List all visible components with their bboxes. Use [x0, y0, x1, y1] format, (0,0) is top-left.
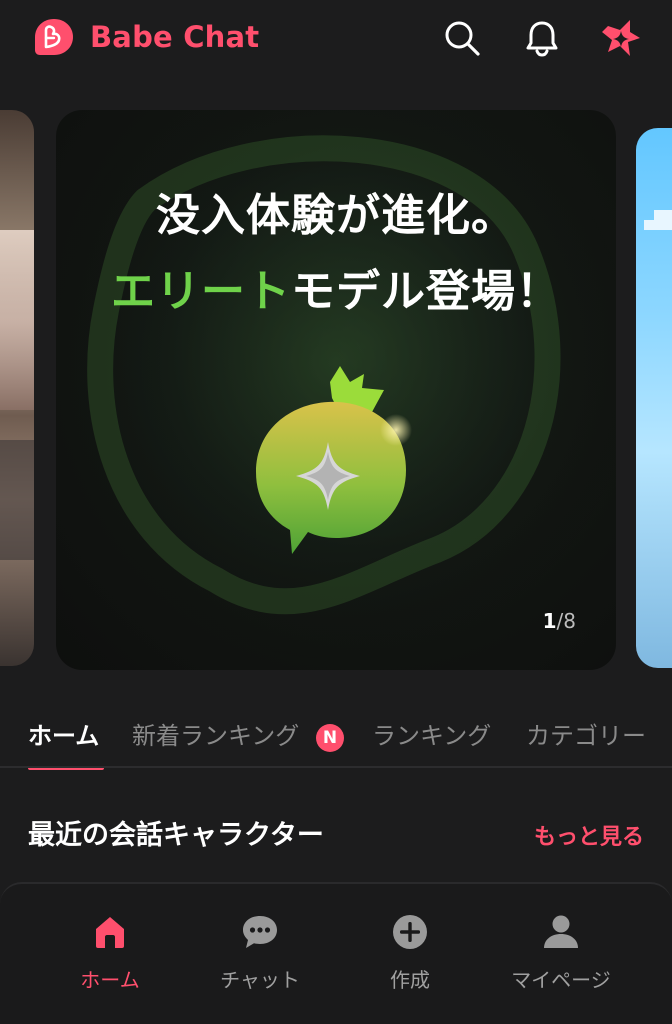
nav-create-label: 作成	[390, 968, 430, 992]
bottom-navigation: ホーム チャット 作成 マイページ	[0, 882, 672, 1024]
app-root: Babe Chat 没入体験が進化。 エリートモデル登場！ 1/8 ホーム 新着…	[0, 0, 672, 1024]
search-icon[interactable]	[440, 16, 484, 60]
tab-ranking[interactable]: ランキング	[372, 720, 491, 752]
nav-mypage-label: マイページ	[511, 968, 611, 992]
tabs-divider	[0, 766, 672, 768]
elite-model-banner[interactable]: 没入体験が進化。 エリートモデル登場！ 1/8	[56, 110, 616, 670]
banner-carousel[interactable]: 没入体験が進化。 エリートモデル登場！ 1/8	[0, 110, 672, 670]
banner-rest-text: モデル登場！	[291, 266, 561, 317]
nav-home-label: ホーム	[80, 968, 140, 992]
babe-chat-logo-icon[interactable]	[32, 16, 76, 60]
category-tabs: ホーム 新着ランキング N ランキング カテゴリー	[0, 712, 672, 770]
nav-mypage[interactable]: マイページ	[491, 906, 631, 992]
nav-create[interactable]: 作成	[340, 906, 480, 992]
top-header: Babe Chat	[0, 0, 672, 80]
next-banner-peek[interactable]	[636, 128, 672, 668]
section-title: 最近の会話キャラクター	[28, 820, 324, 851]
nav-chat[interactable]: チャット	[190, 906, 330, 992]
banner-headline: 没入体験が進化。	[156, 190, 516, 241]
app-title: Babe Chat	[90, 20, 260, 54]
home-icon	[90, 912, 130, 952]
user-icon	[541, 912, 581, 952]
banner-page-indicator: 1/8	[542, 609, 576, 633]
tab-home[interactable]: ホーム	[28, 720, 99, 752]
tab-new-ranking[interactable]: 新着ランキング	[132, 720, 299, 752]
banner-highlight-text: エリート	[111, 266, 291, 317]
tab-category[interactable]: カテゴリー	[526, 720, 646, 752]
nav-chat-label: チャット	[220, 968, 300, 992]
chat-icon	[240, 912, 280, 952]
elite-sparkle-icon[interactable]	[600, 16, 644, 60]
new-badge: N	[316, 724, 344, 752]
banner-subheadline: エリートモデル登場！	[56, 262, 616, 322]
see-more-link[interactable]: もっと見る	[534, 824, 644, 852]
plus-circle-icon	[390, 912, 430, 952]
nav-home[interactable]: ホーム	[40, 906, 180, 992]
bell-icon[interactable]	[520, 16, 564, 60]
elite-mascot-icon	[246, 360, 426, 574]
previous-banner-peek[interactable]	[0, 110, 34, 666]
